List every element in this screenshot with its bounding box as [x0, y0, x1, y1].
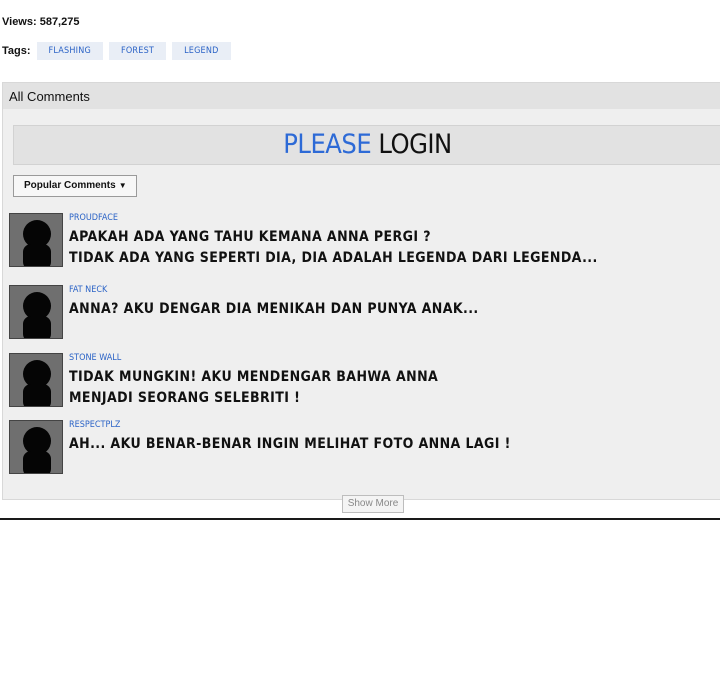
comment-line: TIDAK ADA YANG SEPERTI DIA, DIA ADALAH L… [69, 250, 598, 266]
default-user-silhouette-icon [23, 360, 51, 406]
login-please-text: PLEASE [283, 129, 372, 160]
avatar[interactable] [9, 353, 63, 407]
avatar[interactable] [9, 213, 63, 267]
comment-username[interactable]: PROUDFACE [69, 213, 118, 223]
tag-flashing[interactable]: FLASHING [36, 42, 103, 60]
comment-line: AH... AKU BENAR-BENAR INGIN MELIHAT FOTO… [69, 436, 511, 452]
comment-username[interactable]: RESPECTPLZ [69, 420, 120, 430]
tags-label: Tags: [2, 45, 31, 57]
comment-line: TIDAK MUNGKIN! AKU MENDENGAR BAHWA ANNA [69, 369, 439, 385]
avatar[interactable] [9, 420, 63, 474]
divider [0, 518, 720, 520]
view-count: Views: 587,275 [2, 16, 80, 28]
comment-line: APAKAH ADA YANG TAHU KEMANA ANNA PERGI ? [69, 229, 431, 245]
sort-label: Popular Comments [24, 180, 116, 191]
comment-line: ANNA? AKU DENGAR DIA MENIKAH DAN PUNYA A… [69, 301, 479, 317]
comment-text: ANNA? AKU DENGAR DIA MENIKAH DAN PUNYA A… [69, 299, 479, 320]
tag-list: Tags: FLASHING FOREST LEGEND [2, 42, 237, 60]
show-more-button[interactable]: Show More [342, 495, 404, 513]
avatar[interactable] [9, 285, 63, 339]
comments-panel: All Comments PLEASE LOGIN Popular Commen… [2, 82, 720, 500]
default-user-silhouette-icon [23, 220, 51, 266]
login-word-text: LOGIN [371, 129, 452, 160]
comment-text: TIDAK MUNGKIN! AKU MENDENGAR BAHWA ANNA … [69, 367, 438, 409]
sort-comments-dropdown[interactable]: Popular Comments ▼ [13, 175, 137, 197]
comments-panel-title: All Comments [3, 83, 720, 109]
comment-text: APAKAH ADA YANG TAHU KEMANA ANNA PERGI ?… [69, 227, 598, 269]
default-user-silhouette-icon [23, 427, 51, 473]
comment-username[interactable]: STONE WALL [69, 353, 121, 363]
comment-username[interactable]: FAT NECK [69, 285, 107, 295]
comment-line: MENJADI SEORANG SELEBRITI ! [69, 390, 301, 406]
caret-down-icon: ▼ [118, 181, 127, 190]
tag-legend[interactable]: LEGEND [172, 42, 231, 60]
tag-forest[interactable]: FOREST [109, 42, 167, 60]
default-user-silhouette-icon [23, 292, 51, 338]
login-banner[interactable]: PLEASE LOGIN [13, 125, 720, 165]
comment-text: AH... AKU BENAR-BENAR INGIN MELIHAT FOTO… [69, 434, 511, 455]
